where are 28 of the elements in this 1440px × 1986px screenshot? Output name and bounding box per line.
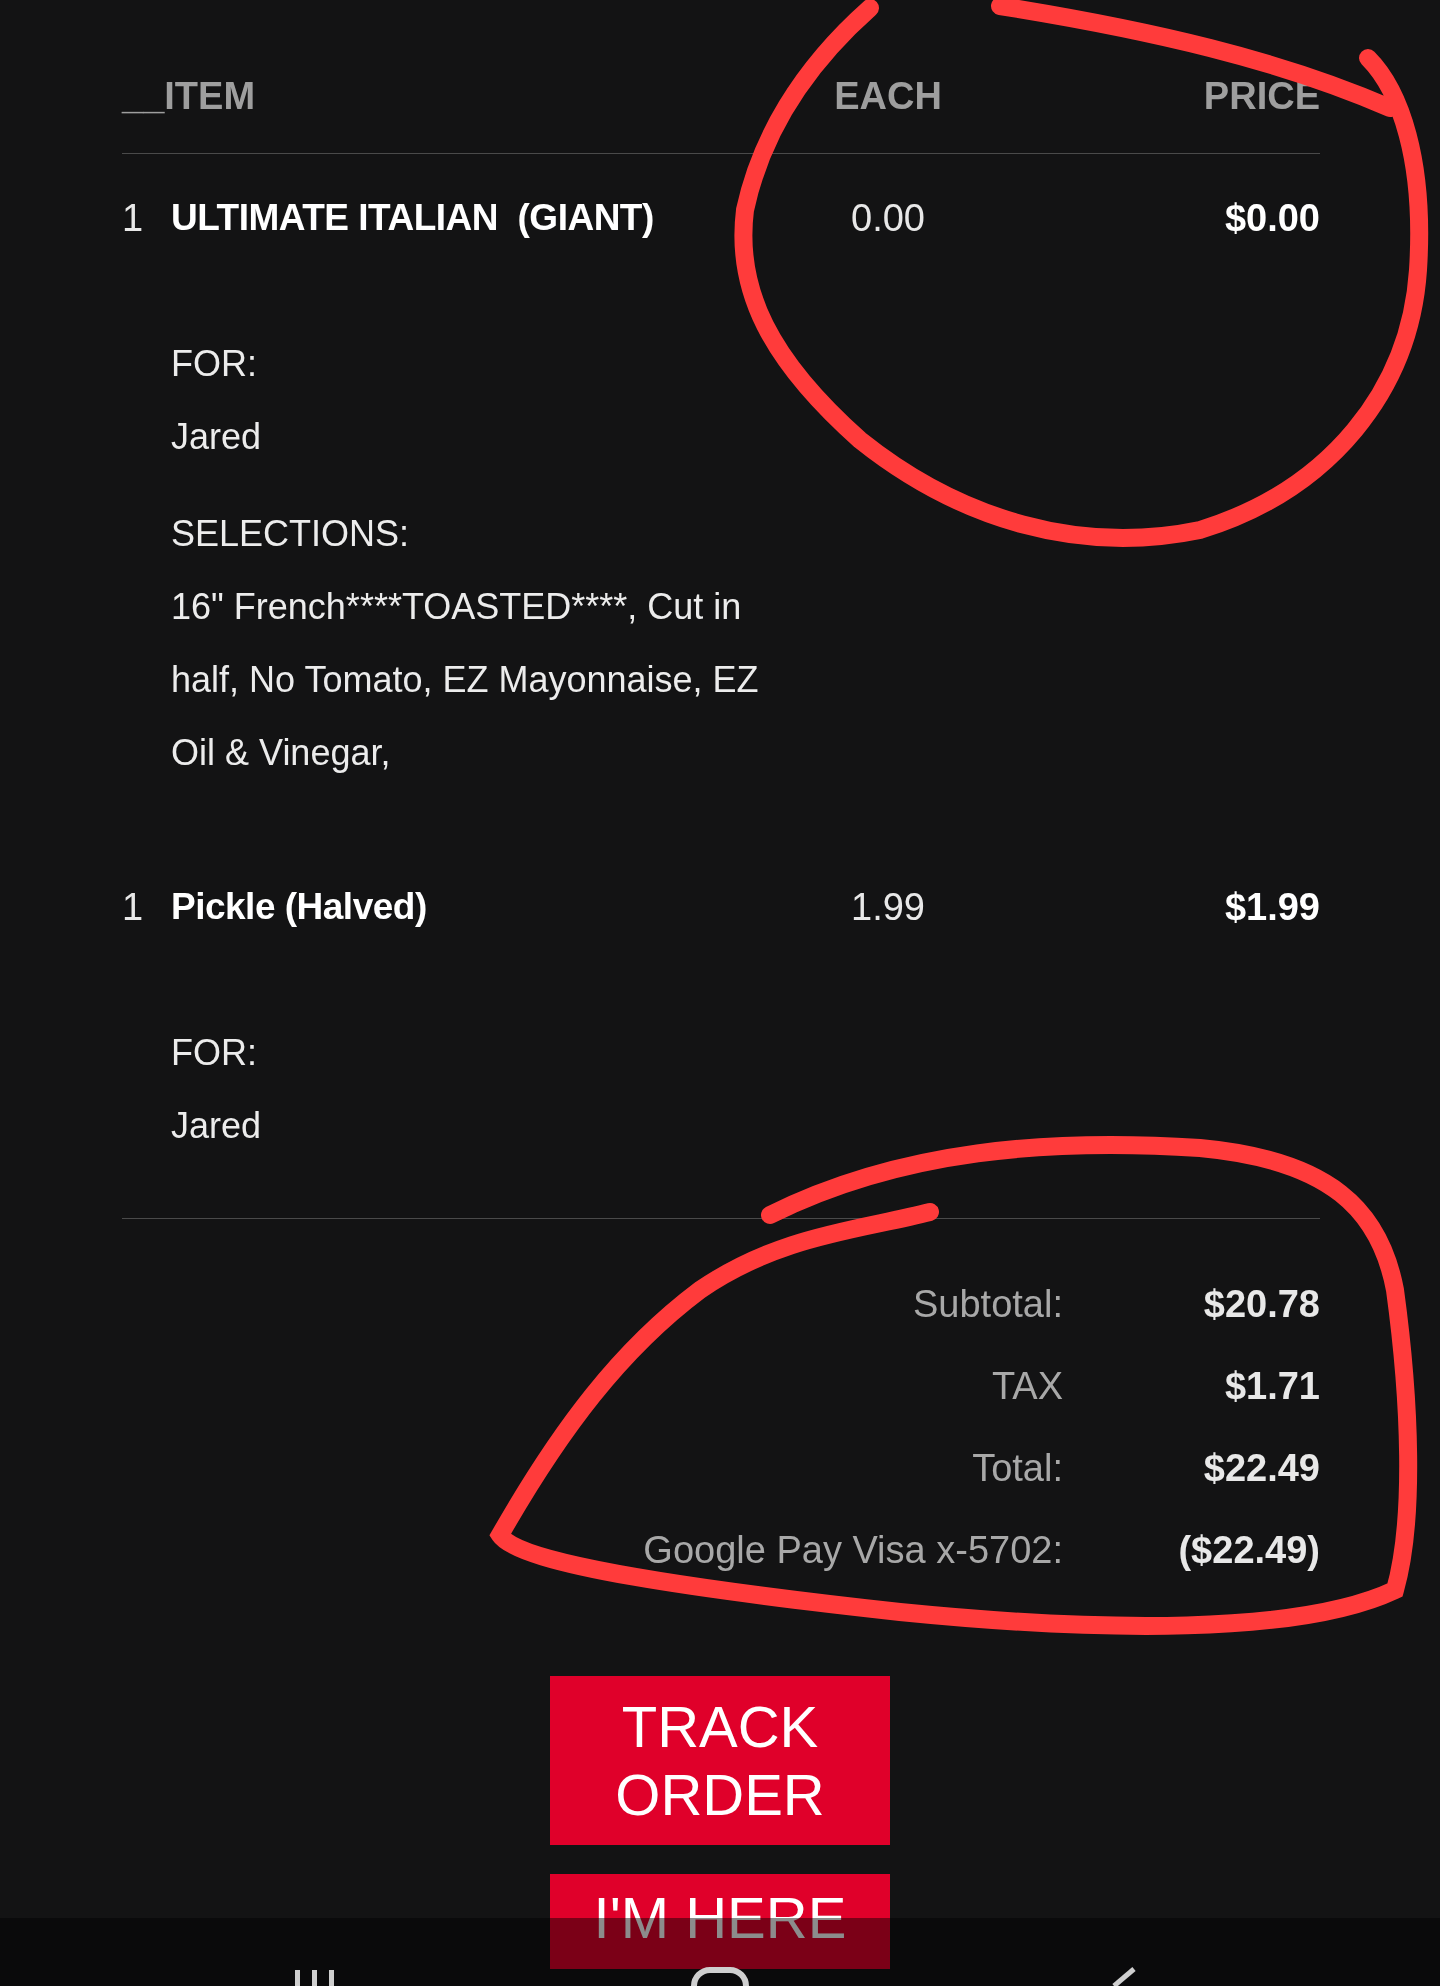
column-header: PRICE: [1203, 74, 1320, 119]
summary-value: $22.49: [1203, 1446, 1320, 1491]
line-price: $0.00: [1224, 196, 1320, 241]
line-price: $1.99: [1224, 885, 1320, 930]
detail-label: SELECTIONS:: [171, 512, 410, 556]
unit-price: 0.00: [851, 196, 925, 241]
summary-label: Total:: [972, 1446, 1063, 1491]
detail-label: FOR:: [171, 1031, 257, 1075]
home-icon[interactable]: [690, 1966, 750, 1986]
item-quantity: 1: [122, 196, 144, 241]
item-quantity: 1: [122, 885, 144, 930]
item-name: Pickle (Halved): [171, 885, 427, 929]
summary-label: Subtotal:: [913, 1282, 1063, 1327]
detail-value: Jared: [171, 1104, 262, 1148]
detail-label: FOR:: [171, 342, 257, 386]
summary-label: Google Pay Visa x-5702:: [643, 1528, 1063, 1573]
summary-value: $1.71: [1224, 1364, 1320, 1409]
column-header: __ITEM: [122, 74, 256, 119]
summary-value: ($22.49): [1178, 1528, 1320, 1573]
arrival-button[interactable]: I'M HERE: [550, 1874, 890, 1969]
column-header: EACH: [834, 74, 942, 119]
track-order-button[interactable]: TRACK ORDER: [550, 1676, 890, 1845]
item-name: ULTIMATE ITALIAN (GIANT): [171, 196, 654, 240]
unit-price: 1.99: [851, 885, 925, 930]
summary-value: $20.78: [1203, 1282, 1320, 1327]
detail-value: Jared: [171, 415, 262, 459]
detail-value: 16" French****TOASTED****, Cut in half, No Tomato, EZ Mayonnaise, EZ Oil & Vinegar,: [171, 585, 760, 775]
summary-label: TAX: [991, 1364, 1063, 1409]
